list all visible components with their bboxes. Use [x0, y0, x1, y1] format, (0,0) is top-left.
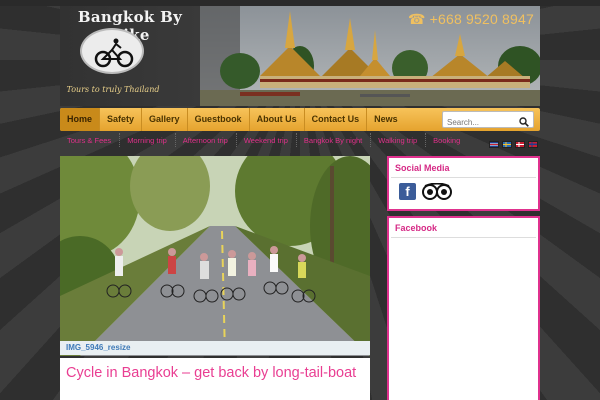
subnav-item-morning-trip[interactable]: Morning trip	[120, 133, 176, 147]
social-media-widget: Social Media f	[387, 156, 540, 211]
swedish-flag-icon[interactable]	[502, 141, 512, 148]
danish-flag-icon[interactable]	[515, 141, 525, 148]
nav-item-news[interactable]: News	[367, 108, 405, 131]
phone-number[interactable]: ☎ +668 9520 8947	[408, 11, 534, 28]
search-icon[interactable]	[519, 114, 529, 132]
site-tagline: Tours to truly Thailand	[66, 85, 160, 94]
subnav-item-booking[interactable]: Booking	[426, 133, 468, 147]
post-card: Cycle in Bangkok – get back by long-tail…	[60, 358, 370, 400]
nav-item-guestbook[interactable]: Guestbook	[188, 108, 250, 131]
nav-item-contact-us[interactable]: Contact Us	[305, 108, 368, 131]
search-box	[442, 111, 534, 130]
featured-cycling-photo[interactable]	[60, 156, 370, 356]
nav-item-home[interactable]: Home	[60, 108, 101, 131]
facebook-icon[interactable]: f	[399, 183, 416, 200]
facebook-widget-title: Facebook	[391, 218, 536, 238]
subnav-item-tours-fees[interactable]: Tours & Fees	[60, 133, 121, 147]
subnav-item-walking-trip[interactable]: Walking trip	[371, 133, 427, 147]
sub-navigation: Tours & Fees Morning trip Afternoon trip…	[60, 133, 480, 147]
subnav-item-bangkok-by-night[interactable]: Bangkok By night	[297, 133, 372, 147]
language-switcher	[489, 141, 538, 148]
social-icons: f	[389, 178, 538, 210]
telephone-icon: ☎	[407, 11, 426, 27]
subnav-item-afternoon-trip[interactable]: Afternoon trip	[176, 133, 237, 147]
logo[interactable]: Bangkok By Bike Tours to truly Thailand	[60, 6, 200, 106]
nav-item-safety[interactable]: Safety	[100, 108, 143, 131]
phone-text: +668 9520 8947	[429, 11, 534, 27]
nav-item-about-us[interactable]: About Us	[250, 108, 305, 131]
norwegian-flag-icon[interactable]	[528, 141, 538, 148]
search-input[interactable]	[443, 115, 515, 130]
tripadvisor-icon[interactable]	[422, 182, 452, 205]
facebook-widget: Facebook	[387, 216, 540, 400]
bicycle-rider-logo-icon	[80, 28, 144, 74]
photo-caption[interactable]: IMG_5946_resize	[60, 341, 370, 355]
nav-item-gallery[interactable]: Gallery	[142, 108, 188, 131]
subnav-item-weekend-trip[interactable]: Weekend trip	[237, 133, 297, 147]
main-navigation: Home Safety Gallery Guestbook About Us C…	[60, 108, 540, 131]
social-media-title: Social Media	[391, 158, 536, 178]
english-flag-icon[interactable]	[489, 141, 499, 148]
site-header: Bangkok By Bike Tours to truly Thailand	[60, 6, 540, 106]
post-title[interactable]: Cycle in Bangkok – get back by long-tail…	[66, 365, 366, 381]
